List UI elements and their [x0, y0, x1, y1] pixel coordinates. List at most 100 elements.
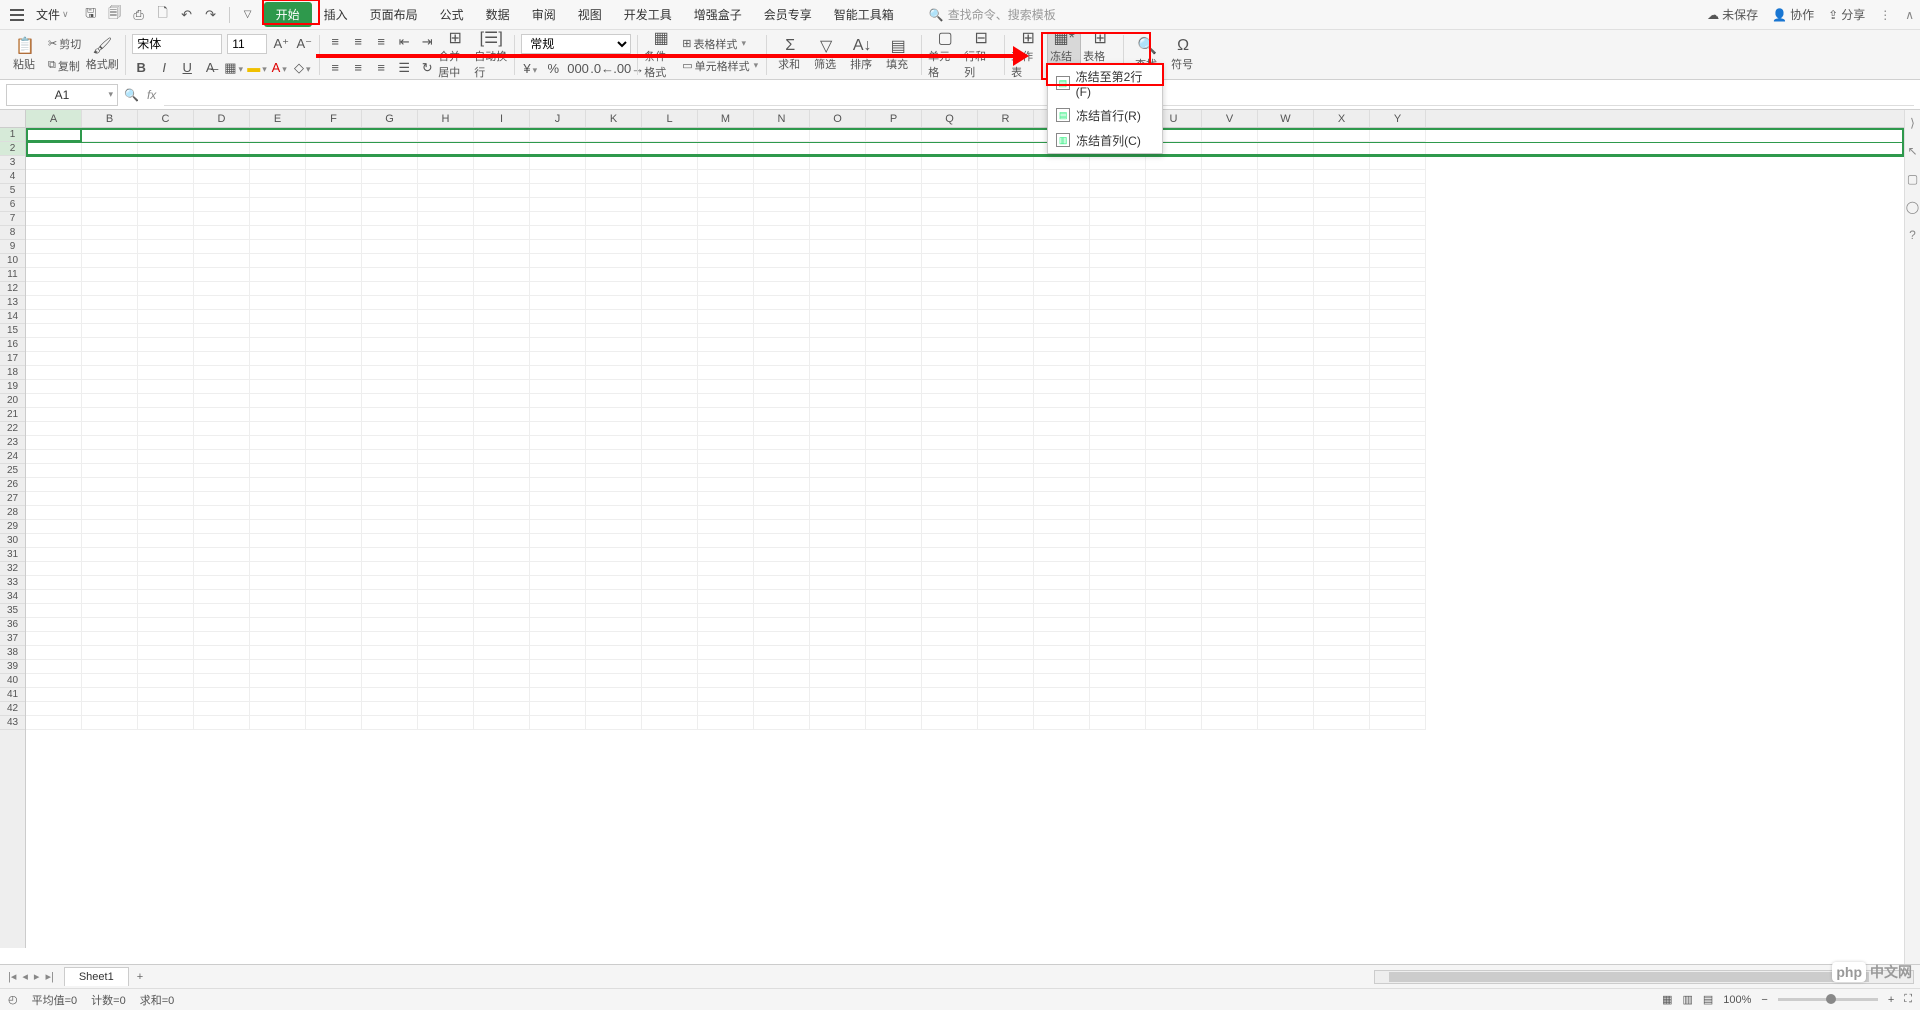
cell[interactable] — [1090, 604, 1146, 618]
cell[interactable] — [698, 156, 754, 170]
cell[interactable] — [194, 338, 250, 352]
share-button[interactable]: ⇪分享 — [1828, 6, 1865, 23]
cell[interactable] — [1034, 170, 1090, 184]
cell[interactable] — [586, 408, 642, 422]
cell[interactable] — [1202, 212, 1258, 226]
cell[interactable] — [978, 450, 1034, 464]
cell[interactable] — [26, 422, 82, 436]
cell[interactable] — [922, 156, 978, 170]
cell[interactable] — [1090, 464, 1146, 478]
cell[interactable] — [138, 366, 194, 380]
cell[interactable] — [82, 240, 138, 254]
cell[interactable] — [474, 422, 530, 436]
cell[interactable] — [1258, 660, 1314, 674]
cell[interactable] — [698, 716, 754, 730]
cell[interactable] — [978, 310, 1034, 324]
cell[interactable] — [698, 254, 754, 268]
comma-icon[interactable]: 000 — [567, 61, 585, 76]
cell[interactable] — [1314, 674, 1370, 688]
row-header-27[interactable]: 27 — [0, 492, 25, 506]
cell[interactable] — [194, 408, 250, 422]
cell[interactable] — [306, 688, 362, 702]
prev-sheet-icon[interactable]: ◂ — [22, 970, 28, 983]
cell[interactable] — [362, 702, 418, 716]
cell[interactable] — [306, 226, 362, 240]
cell[interactable] — [418, 324, 474, 338]
cell[interactable] — [1034, 296, 1090, 310]
cell[interactable] — [586, 590, 642, 604]
cell[interactable] — [1146, 632, 1202, 646]
cell[interactable] — [1034, 338, 1090, 352]
align-middle-icon[interactable]: ≡ — [349, 34, 367, 49]
cell[interactable] — [978, 492, 1034, 506]
cell[interactable] — [754, 282, 810, 296]
cell[interactable] — [530, 254, 586, 268]
row-header-41[interactable]: 41 — [0, 688, 25, 702]
cell[interactable] — [26, 380, 82, 394]
cell[interactable] — [922, 198, 978, 212]
cell[interactable] — [1370, 240, 1426, 254]
col-header-J[interactable]: J — [530, 110, 586, 127]
cell[interactable] — [530, 590, 586, 604]
cell[interactable] — [194, 716, 250, 730]
cell[interactable] — [530, 184, 586, 198]
tab-enhance[interactable]: 增强盒子 — [684, 1, 752, 28]
cell[interactable] — [306, 324, 362, 338]
cell[interactable] — [82, 618, 138, 632]
cell[interactable] — [26, 492, 82, 506]
cell[interactable] — [642, 128, 698, 142]
cell[interactable] — [1314, 450, 1370, 464]
cell[interactable] — [138, 408, 194, 422]
cell[interactable] — [26, 562, 82, 576]
cell[interactable] — [586, 310, 642, 324]
cell[interactable] — [1314, 324, 1370, 338]
cell[interactable] — [250, 394, 306, 408]
cell[interactable] — [418, 548, 474, 562]
cell[interactable] — [922, 660, 978, 674]
cell[interactable] — [754, 366, 810, 380]
cell[interactable] — [922, 310, 978, 324]
col-header-N[interactable]: N — [754, 110, 810, 127]
cell[interactable] — [642, 604, 698, 618]
row-header-29[interactable]: 29 — [0, 520, 25, 534]
cell[interactable] — [586, 380, 642, 394]
cell[interactable] — [1370, 156, 1426, 170]
cell[interactable] — [1314, 646, 1370, 660]
row-header-3[interactable]: 3 — [0, 156, 25, 170]
cell[interactable] — [418, 394, 474, 408]
cell[interactable] — [754, 422, 810, 436]
cell[interactable] — [250, 604, 306, 618]
cell[interactable] — [698, 170, 754, 184]
cell[interactable] — [474, 534, 530, 548]
cell[interactable] — [26, 618, 82, 632]
cell[interactable] — [698, 590, 754, 604]
cell[interactable] — [922, 366, 978, 380]
cell[interactable] — [1090, 702, 1146, 716]
cell[interactable] — [754, 534, 810, 548]
cell[interactable] — [866, 660, 922, 674]
cell[interactable] — [474, 548, 530, 562]
cell[interactable] — [1258, 618, 1314, 632]
cell[interactable] — [1370, 674, 1426, 688]
cell[interactable] — [642, 688, 698, 702]
cell[interactable] — [474, 506, 530, 520]
cell[interactable] — [250, 142, 306, 156]
cell[interactable] — [1258, 534, 1314, 548]
view-normal-icon[interactable]: ▦ — [1662, 993, 1672, 1006]
cell[interactable] — [530, 170, 586, 184]
cell[interactable] — [866, 296, 922, 310]
cell[interactable] — [810, 716, 866, 730]
cell[interactable] — [1034, 380, 1090, 394]
cell[interactable] — [530, 226, 586, 240]
font-name-select[interactable] — [132, 34, 222, 54]
cell[interactable] — [194, 604, 250, 618]
cell[interactable] — [250, 352, 306, 366]
cell[interactable] — [474, 646, 530, 660]
cell[interactable] — [138, 394, 194, 408]
freeze-first-row-item[interactable]: ▤冻结首行(R) — [1048, 103, 1162, 128]
cell[interactable] — [1146, 590, 1202, 604]
cell[interactable] — [754, 436, 810, 450]
cell[interactable] — [810, 254, 866, 268]
cell[interactable] — [306, 156, 362, 170]
cell[interactable] — [26, 296, 82, 310]
